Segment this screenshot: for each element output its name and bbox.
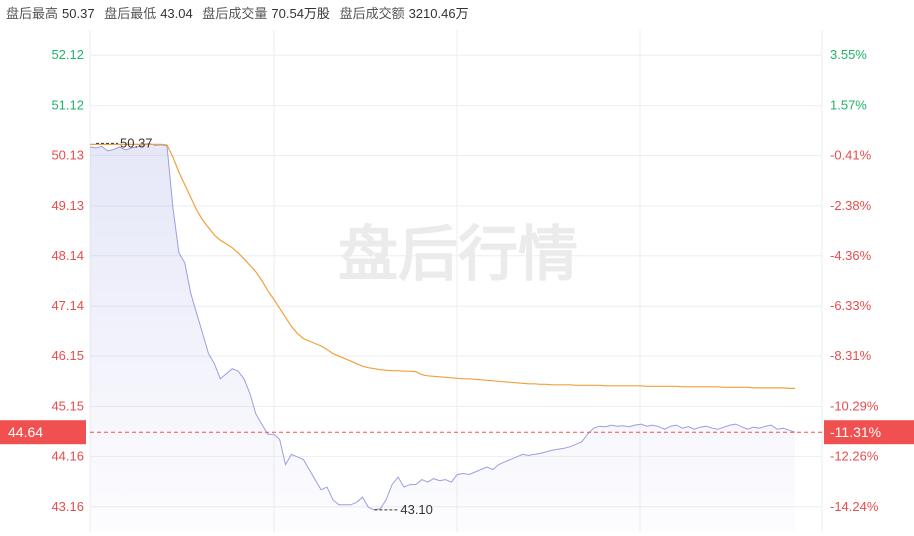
y-tick-right: -8.31%: [830, 348, 872, 363]
y-tick-left: 44.16: [51, 448, 84, 463]
y-tick-right: -4.36%: [830, 248, 872, 263]
y-tick-right: 1.57%: [830, 98, 867, 113]
y-tick-left: 47.14: [51, 298, 84, 313]
price-area: [90, 143, 795, 532]
y-tick-right: -6.33%: [830, 298, 872, 313]
high-label: 50.37: [120, 135, 153, 150]
y-tick-right: 3.55%: [830, 47, 867, 62]
y-tick-left: 51.12: [51, 98, 84, 113]
current-change-label: -11.31%: [830, 424, 881, 440]
y-tick-right: -10.29%: [830, 399, 879, 414]
intraday-chart: 盘后行情 52.12 3.55% 51.12 1.57% 50.13 -0.41% 49.1…: [0, 30, 914, 532]
low-label: 43.10: [400, 502, 433, 517]
y-tick-left: 52.12: [51, 47, 84, 62]
current-price-label: 44.64: [8, 424, 43, 440]
y-tick-right: -12.26%: [830, 448, 879, 463]
y-tick-right: -2.38%: [830, 198, 872, 213]
y-tick-left: 48.14: [51, 248, 84, 263]
y-tick-left: 45.15: [51, 399, 84, 414]
watermark: 盘后行情: [338, 220, 578, 290]
y-tick-left: 43.16: [51, 499, 84, 514]
chart-series: [89, 142, 796, 532]
y-tick-right: -0.41%: [830, 148, 872, 163]
y-tick-right: -14.24%: [830, 499, 879, 514]
y-tick-left: 50.13: [51, 148, 84, 163]
y-tick-left: 46.15: [51, 348, 84, 363]
y-tick-left: 49.13: [51, 198, 84, 213]
